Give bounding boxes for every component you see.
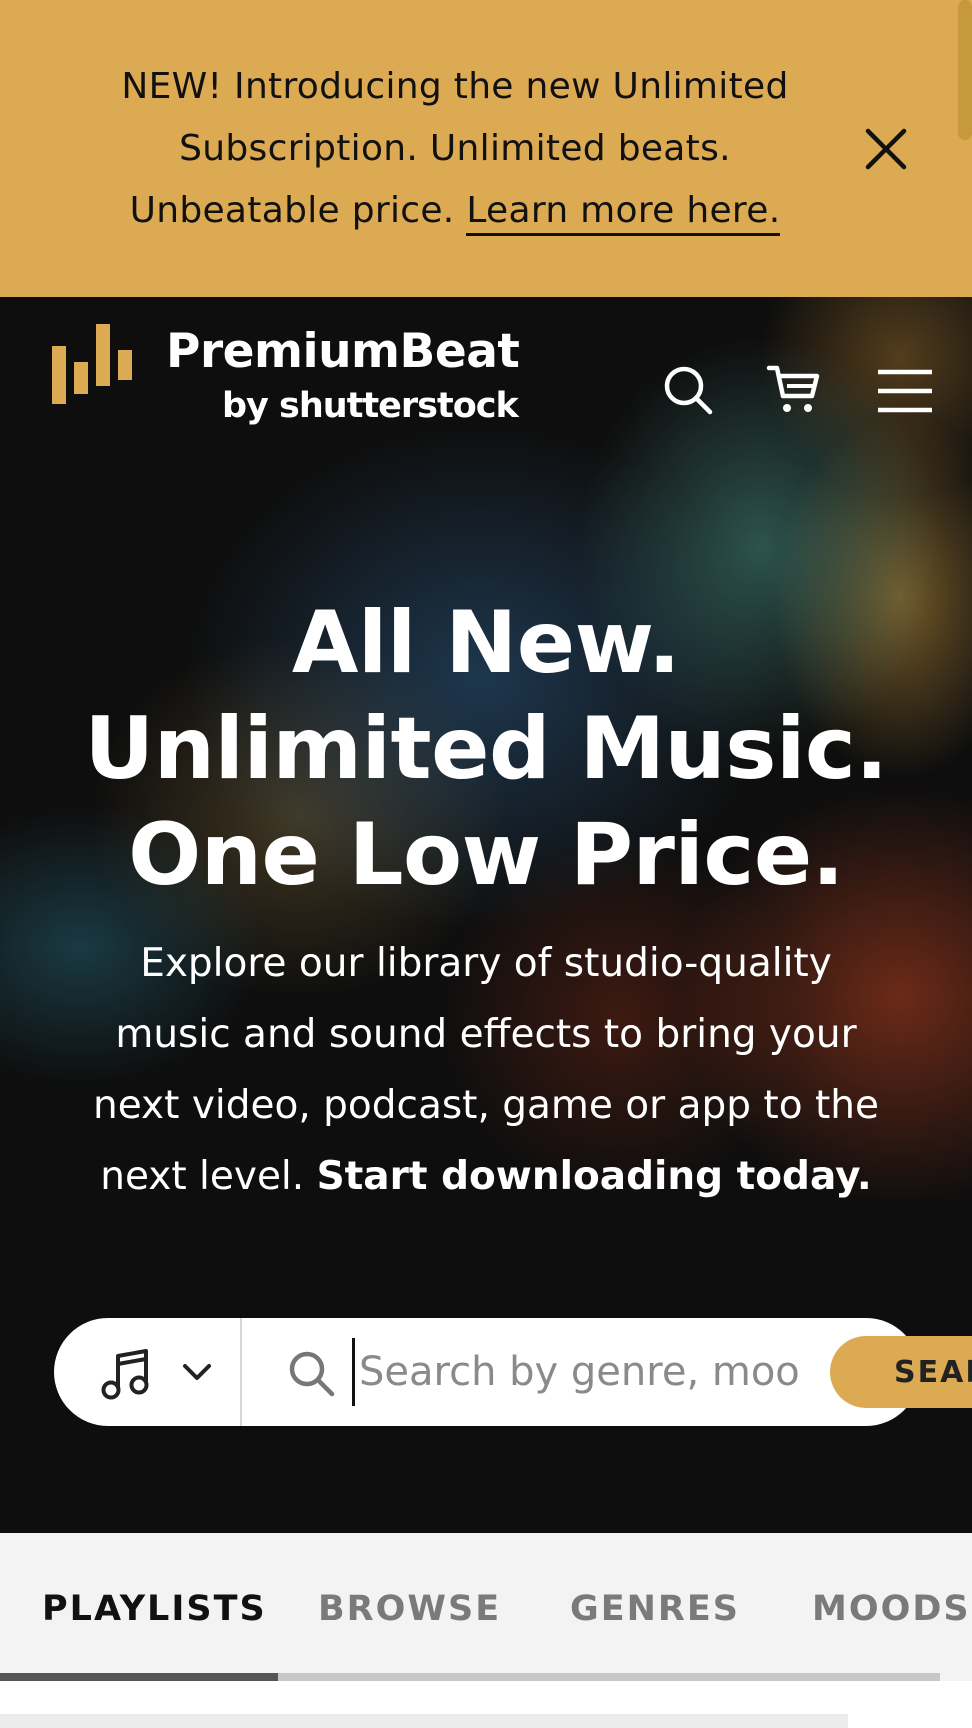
chevron-down-icon (183, 1364, 211, 1380)
learn-more-link[interactable]: Learn more here. (466, 190, 781, 236)
page: NEW! Introducing the new Unlimited Subsc… (0, 0, 972, 1728)
search-type-dropdown[interactable] (54, 1318, 240, 1426)
search-input[interactable] (352, 1338, 822, 1406)
tab-browse[interactable]: BROWSE (318, 1589, 501, 1629)
premiumbeat-logo[interactable]: PremiumBeat by shutterstock (52, 320, 542, 440)
tab-moods[interactable]: MOODS (812, 1589, 971, 1629)
logo-byline: by shutterstock (222, 386, 519, 426)
hero-title-line-2: Unlimited Music. (84, 699, 888, 799)
header-menu-button[interactable] (876, 364, 934, 420)
logo-bars-icon (52, 324, 132, 404)
banner-line-3-prefix: Unbeatable price. (129, 190, 455, 231)
hero-desc-cta: Start downloading today. (316, 1154, 872, 1199)
header-search-button[interactable] (660, 362, 716, 418)
search-icon (664, 366, 713, 415)
search-input-wrap (242, 1318, 882, 1426)
hero-desc-line-1: Explore our library of studio-quality (140, 941, 832, 986)
banner-line-3: Unbeatable price. Learn more here. (60, 180, 850, 242)
category-tabs: PLAYLISTS BROWSE GENRES MOODS (0, 1533, 972, 1681)
cart-icon (766, 365, 820, 412)
menu-icon (878, 369, 932, 413)
content-strip (0, 1714, 848, 1728)
banner-line-1: NEW! Introducing the new Unlimited (121, 66, 789, 107)
search-field-icon (289, 1351, 335, 1397)
tabs-scroll-indicator[interactable] (0, 1673, 278, 1681)
tab-playlists[interactable]: PLAYLISTS (42, 1589, 267, 1629)
music-note-icon (101, 1349, 149, 1400)
header-cart-button[interactable] (766, 362, 822, 418)
hero-desc-line-2: music and sound effects to bring your (115, 1012, 857, 1057)
close-icon (865, 128, 907, 170)
hero-description: Explore our library of studio-quality mu… (50, 928, 922, 1212)
banner-close-button[interactable] (862, 125, 910, 173)
banner-line-2: Subscription. Unlimited beats. (179, 128, 731, 169)
hero-title: All New. Unlimited Music. One Low Price. (0, 590, 972, 908)
search-bar (54, 1318, 920, 1426)
banner-text: NEW! Introducing the new Unlimited Subsc… (60, 56, 850, 242)
search-button[interactable]: SEAR (830, 1336, 972, 1408)
logo-wordmark: PremiumBeat (166, 324, 520, 379)
scrollbar-thumb[interactable] (958, 0, 972, 140)
hero-desc-line-3: next video, podcast, game or app to the (93, 1083, 879, 1128)
hero-title-line-1: All New. (291, 593, 681, 693)
hero-desc-line-4-prefix: next level. (100, 1154, 305, 1199)
hero-title-line-3: One Low Price. (128, 805, 844, 905)
hero-desc-line-4: next level. Start downloading today. (50, 1141, 922, 1212)
tab-genres[interactable]: GENRES (570, 1589, 740, 1629)
announcement-banner: NEW! Introducing the new Unlimited Subsc… (0, 0, 972, 297)
